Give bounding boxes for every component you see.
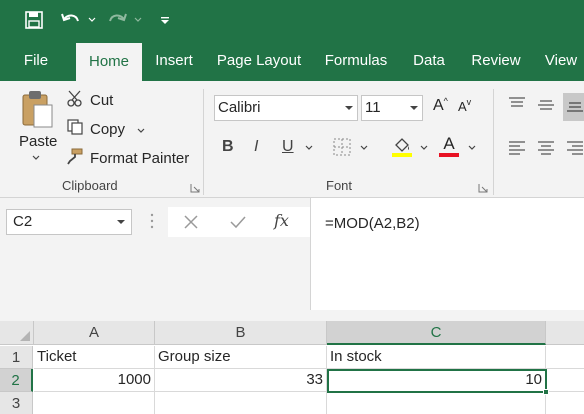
borders-icon[interactable] (333, 138, 351, 156)
name-box-value: C2 (13, 213, 33, 230)
font-dialog-launcher-icon[interactable] (478, 180, 488, 193)
caret-up-icon: ^ (443, 96, 448, 106)
ribbon-separator (203, 89, 204, 195)
tab-formulas[interactable]: Formulas (320, 40, 392, 81)
bold-button[interactable]: B (222, 138, 234, 156)
format-painter-label: Format Painter (90, 149, 190, 167)
insert-function-icon[interactable]: fx (274, 211, 289, 230)
cell-b2[interactable]: 33 (155, 369, 327, 392)
tab-file[interactable]: File (10, 40, 62, 81)
clipboard-dialog-launcher-icon[interactable] (190, 180, 200, 193)
selection-border (327, 369, 547, 393)
cell-a2[interactable]: 1000 (34, 369, 155, 392)
cell-c1[interactable]: In stock (327, 346, 546, 369)
column-header-d[interactable] (546, 321, 584, 345)
row-header-1[interactable]: 1 (0, 346, 33, 369)
caret-down-icon: v (466, 96, 472, 107)
undo-icon[interactable] (60, 10, 82, 30)
copy-label: Copy (90, 120, 126, 138)
chevron-down-icon (410, 106, 418, 110)
increase-font-size-label: A (433, 97, 444, 114)
top-align-icon[interactable] (508, 97, 526, 111)
align-center-icon[interactable] (537, 141, 555, 155)
cell-a3[interactable] (34, 392, 155, 414)
increase-font-size-button[interactable]: A ^ (433, 96, 448, 115)
font-color-dropdown-icon[interactable] (468, 145, 476, 151)
ribbon-separator (493, 89, 494, 195)
decrease-font-size-button[interactable]: A v (458, 96, 472, 115)
cut-label: Cut (90, 91, 114, 109)
paste-button[interactable]: Paste (19, 133, 57, 150)
redo-icon[interactable] (106, 10, 128, 30)
copy-button[interactable]: Copy (66, 118, 145, 140)
format-painter-button[interactable]: Format Painter (66, 147, 189, 169)
font-size-dropdown[interactable]: 11 (361, 95, 423, 121)
middle-align-icon[interactable] (537, 99, 555, 113)
customize-icon[interactable] (160, 10, 170, 30)
tab-insert[interactable]: Insert (148, 40, 200, 81)
font-color-letter: A (443, 134, 455, 153)
paste-dropdown-icon[interactable] (32, 155, 40, 161)
scissors-icon (66, 89, 86, 111)
formula-bar: C2 fx =MOD(A2,B2) (0, 198, 584, 321)
row-header-3[interactable]: 3 (0, 392, 33, 414)
quick-access-toolbar (0, 0, 584, 40)
redo-dropdown-icon[interactable] (134, 10, 142, 30)
decrease-font-size-label: A (458, 99, 467, 114)
font-name-value: Calibri (218, 99, 261, 116)
column-header-c[interactable]: C (327, 321, 546, 345)
formula-input[interactable]: =MOD(A2,B2) (310, 198, 584, 310)
cancel-icon[interactable] (183, 214, 199, 234)
row-header-2[interactable]: 2 (0, 369, 33, 392)
align-right-icon[interactable] (566, 141, 584, 155)
undo-dropdown-icon[interactable] (88, 10, 96, 30)
copy-dropdown-icon[interactable] (137, 121, 145, 138)
tab-data[interactable]: Data (404, 40, 454, 81)
tab-home[interactable]: Home (76, 43, 142, 81)
spreadsheet-grid: A B C 1 2 3 Ticket Group size In stock 1… (0, 321, 584, 414)
formula-value: =MOD(A2,B2) (325, 215, 420, 232)
copy-icon (66, 118, 86, 140)
cell-d2[interactable] (546, 369, 584, 392)
cut-button[interactable]: Cut (66, 89, 113, 111)
fill-color-dropdown-icon[interactable] (420, 145, 428, 151)
cell-b1[interactable]: Group size (155, 346, 327, 369)
underline-dropdown-icon[interactable] (305, 145, 313, 151)
bottom-align-icon[interactable] (563, 93, 584, 121)
format-painter-icon (66, 147, 86, 169)
borders-dropdown-icon[interactable] (360, 145, 368, 151)
save-icon[interactable] (25, 10, 43, 30)
ribbon-tabs: File Home Insert Page Layout Formulas Da… (0, 40, 584, 81)
paste-icon[interactable] (20, 89, 54, 129)
ribbon: Paste Cut Copy Format Painter Clipboard … (0, 81, 584, 198)
tab-review[interactable]: Review (465, 40, 527, 81)
chevron-down-icon (117, 220, 125, 224)
fill-color-icon[interactable] (391, 136, 413, 158)
font-color-button[interactable]: A (439, 135, 459, 157)
font-color-swatch (439, 153, 459, 157)
cell-b3[interactable] (155, 392, 327, 414)
formula-actions: fx (168, 207, 310, 237)
tab-view[interactable]: View (538, 40, 584, 81)
clipboard-group-label: Clipboard (62, 178, 118, 193)
cell-d1[interactable] (546, 346, 584, 369)
chevron-down-icon (345, 106, 353, 110)
tab-page-layout[interactable]: Page Layout (212, 40, 306, 81)
column-header-a[interactable]: A (34, 321, 155, 345)
italic-button[interactable]: I (254, 138, 258, 156)
cell-a1[interactable]: Ticket (34, 346, 155, 369)
font-group-label: Font (326, 178, 353, 193)
fill-handle[interactable] (543, 389, 549, 395)
cell-c3[interactable] (327, 392, 546, 414)
font-name-dropdown[interactable]: Calibri (214, 95, 358, 121)
font-size-value: 11 (365, 99, 381, 116)
underline-button[interactable]: U (282, 138, 294, 156)
vertical-dots-icon (150, 213, 154, 229)
align-left-icon[interactable] (508, 141, 526, 155)
cell-d3[interactable] (546, 392, 584, 414)
name-box[interactable]: C2 (6, 209, 132, 235)
enter-icon[interactable] (229, 214, 247, 234)
column-header-b[interactable]: B (155, 321, 327, 345)
select-all-corner[interactable] (0, 321, 34, 345)
